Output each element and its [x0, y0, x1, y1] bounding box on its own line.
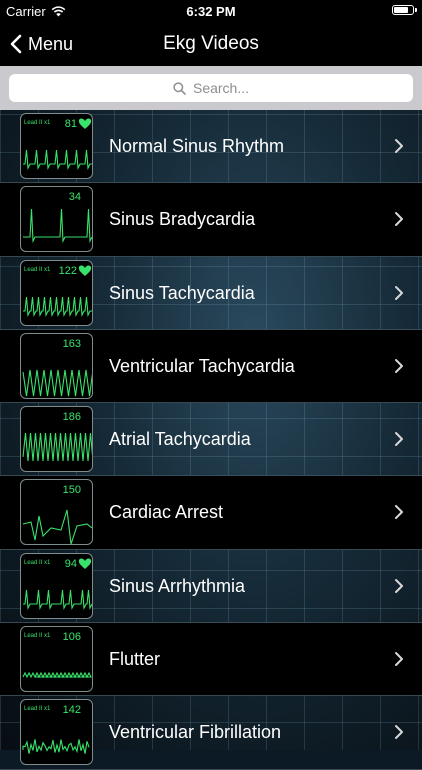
list-item[interactable]: Lead II x1 122 Sinus Tachycardia: [0, 257, 422, 330]
magnifier-icon: [173, 81, 186, 95]
bpm-readout: 81: [65, 118, 77, 130]
list-item[interactable]: Lead II x1 106 Flutter: [0, 623, 422, 697]
ekg-thumbnail: 163: [20, 332, 93, 399]
heart-icon: [78, 558, 92, 569]
ekg-waveform: [22, 671, 92, 679]
navigation-bar: Menu Ekg Videos: [0, 22, 422, 66]
search-placeholder: Search...: [192, 80, 250, 96]
chevron-right-icon: [395, 358, 403, 373]
list-item[interactable]: Lead II x1 81 Normal Sinus Rhythm: [0, 110, 422, 184]
ekg-thumbnail: Lead II x1 142: [20, 699, 93, 766]
battery-icon: [392, 5, 417, 15]
bpm-readout: 142: [63, 704, 81, 716]
list-item-label: Cardiac Arrest: [109, 502, 224, 523]
lead-label: Lead II x1: [24, 706, 51, 712]
chevron-right-icon: [395, 505, 403, 520]
status-bar: Carrier 6:32 PM: [0, 0, 422, 22]
chevron-right-icon: [395, 139, 403, 153]
list-item[interactable]: 163 Ventricular Tachycardia: [0, 329, 422, 404]
ekg-waveform: [22, 510, 92, 545]
ekg-waveform: [23, 209, 92, 244]
ekg-waveform: [22, 433, 92, 462]
ekg-thumbnail: 186: [20, 406, 93, 473]
ekg-thumbnail: Lead II x1 81: [20, 113, 93, 179]
list-item[interactable]: 186 Atrial Tachycardia: [0, 403, 422, 477]
chevron-right-icon: [395, 652, 403, 667]
ekg-waveform: [23, 149, 92, 171]
search-input[interactable]: Search...: [9, 74, 413, 102]
list-item-label: Ventricular Tachycardia: [109, 355, 295, 376]
video-list: Lead II x1 81 Normal Sinus Rhythm 34 Sin…: [0, 110, 422, 770]
lead-label: Lead II x1: [24, 633, 51, 639]
search-bar: Search...: [0, 66, 422, 110]
bpm-readout: 34: [69, 191, 81, 203]
heart-icon: [78, 265, 92, 276]
ekg-waveform: [23, 296, 92, 317]
chevron-left-icon: [10, 34, 22, 54]
lead-label: Lead II x1: [24, 560, 51, 566]
bpm-readout: 94: [65, 558, 77, 570]
ekg-waveform: [22, 739, 90, 755]
heart-icon: [78, 118, 92, 129]
lead-label: Lead II x1: [24, 120, 51, 126]
chevron-right-icon: [395, 212, 403, 227]
bpm-readout: 150: [63, 484, 81, 496]
ekg-waveform: [22, 369, 92, 396]
back-button-label: Menu: [28, 33, 74, 54]
list-item-label: Sinus Arrhythmia: [109, 575, 246, 596]
list-item-label: Atrial Tachycardia: [109, 429, 251, 450]
ekg-thumbnail: Lead II x1 122: [20, 259, 93, 326]
bpm-readout: 163: [63, 338, 81, 350]
bpm-readout: 106: [63, 631, 81, 643]
list-item[interactable]: Lead II x1 94 Sinus Arrhythmia: [0, 550, 422, 624]
status-time: 6:32 PM: [186, 4, 236, 19]
ekg-thumbnail: Lead II x1 106: [20, 626, 93, 693]
list-item[interactable]: 150 Cardiac Arrest: [0, 476, 422, 550]
list-item-label: Normal Sinus Rhythm: [109, 136, 285, 156]
chevron-right-icon: [395, 578, 403, 593]
ekg-thumbnail: 150: [20, 479, 93, 546]
lead-label: Lead II x1: [24, 267, 51, 273]
list-item-label: Ventricular Fibrillation: [109, 722, 282, 743]
list-item[interactable]: Lead II x1 142 Ventricular Fibrillation: [0, 696, 422, 770]
ekg-waveform: [23, 589, 92, 610]
chevron-right-icon: [395, 725, 403, 740]
bpm-readout: 122: [59, 265, 77, 277]
list-item-label: Sinus Tachycardia: [109, 282, 255, 303]
ekg-thumbnail: 34: [20, 186, 93, 253]
chevron-right-icon: [395, 285, 403, 300]
chevron-right-icon: [395, 432, 403, 447]
list-item-label: Flutter: [109, 649, 161, 670]
list-item[interactable]: 34 Sinus Bradycardia: [0, 183, 422, 257]
back-button[interactable]: Menu: [10, 30, 73, 58]
battery-fill: [394, 7, 408, 13]
list-item-label: Sinus Bradycardia: [109, 209, 256, 230]
ekg-thumbnail: Lead II x1 94: [20, 552, 93, 619]
bpm-readout: 186: [63, 411, 81, 423]
